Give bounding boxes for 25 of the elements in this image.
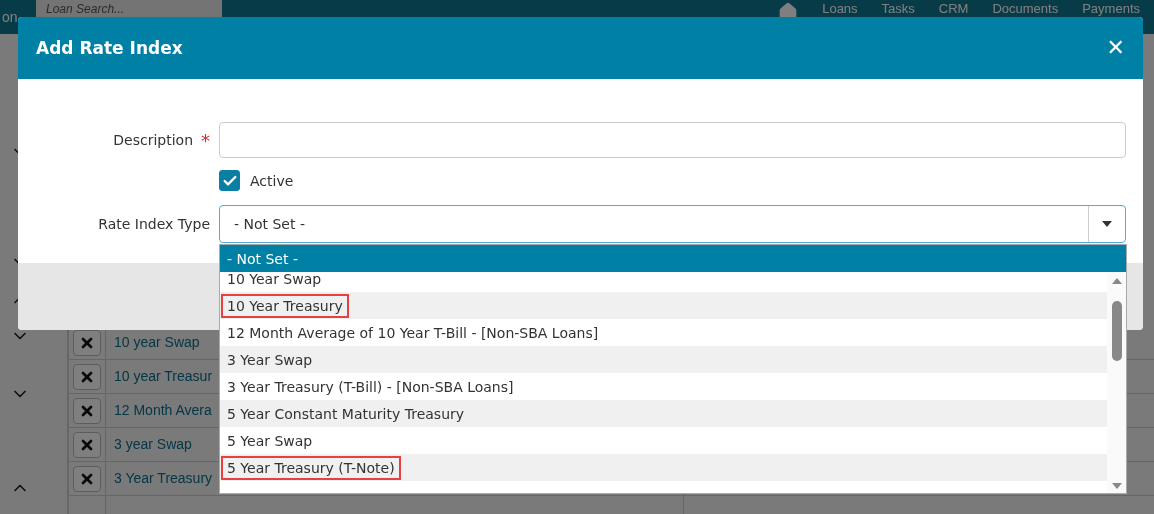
rate-index-type-label: Rate Index Type <box>97 216 210 232</box>
dropdown-option[interactable]: 3 Year Swap <box>220 346 1107 373</box>
close-button[interactable]: ✕ <box>1106 37 1125 59</box>
brand-text: on <box>1 9 19 25</box>
required-mark: * <box>201 129 210 151</box>
description-label: Description <box>113 132 193 148</box>
dialog-title: Add Rate Index <box>36 38 183 58</box>
checkbox-label: Active <box>250 172 294 189</box>
table-cell: 10 year Treasur <box>114 368 213 384</box>
rate-index-type-select[interactable]: - Not Set - <box>219 205 1126 243</box>
dropdown-option[interactable]: - Not Set - <box>220 245 1126 272</box>
table-cell: 3 year Swap <box>114 436 192 452</box>
table-cell: 12 Month Avera <box>114 402 212 418</box>
dropdown-option[interactable]: 5 Year Constant Maturity Treasury <box>220 400 1107 427</box>
dropdown-option[interactable]: 10 Year Treasury <box>220 292 1107 319</box>
table-cell: 10 year Swap <box>114 334 200 350</box>
caret-icon <box>1101 220 1113 228</box>
delete-button[interactable] <box>73 329 101 356</box>
description-field[interactable] <box>219 122 1126 158</box>
scroll-up-icon[interactable] <box>1110 277 1123 285</box>
active-checkbox[interactable] <box>219 170 240 191</box>
scrollbar-thumb[interactable] <box>1111 301 1122 361</box>
dropdown-option[interactable]: 5 Year Treasury (T-Note) <box>220 454 1107 481</box>
scroll-down-icon[interactable] <box>1110 482 1123 490</box>
table-cell: 3 Year Treasury <box>114 470 213 486</box>
